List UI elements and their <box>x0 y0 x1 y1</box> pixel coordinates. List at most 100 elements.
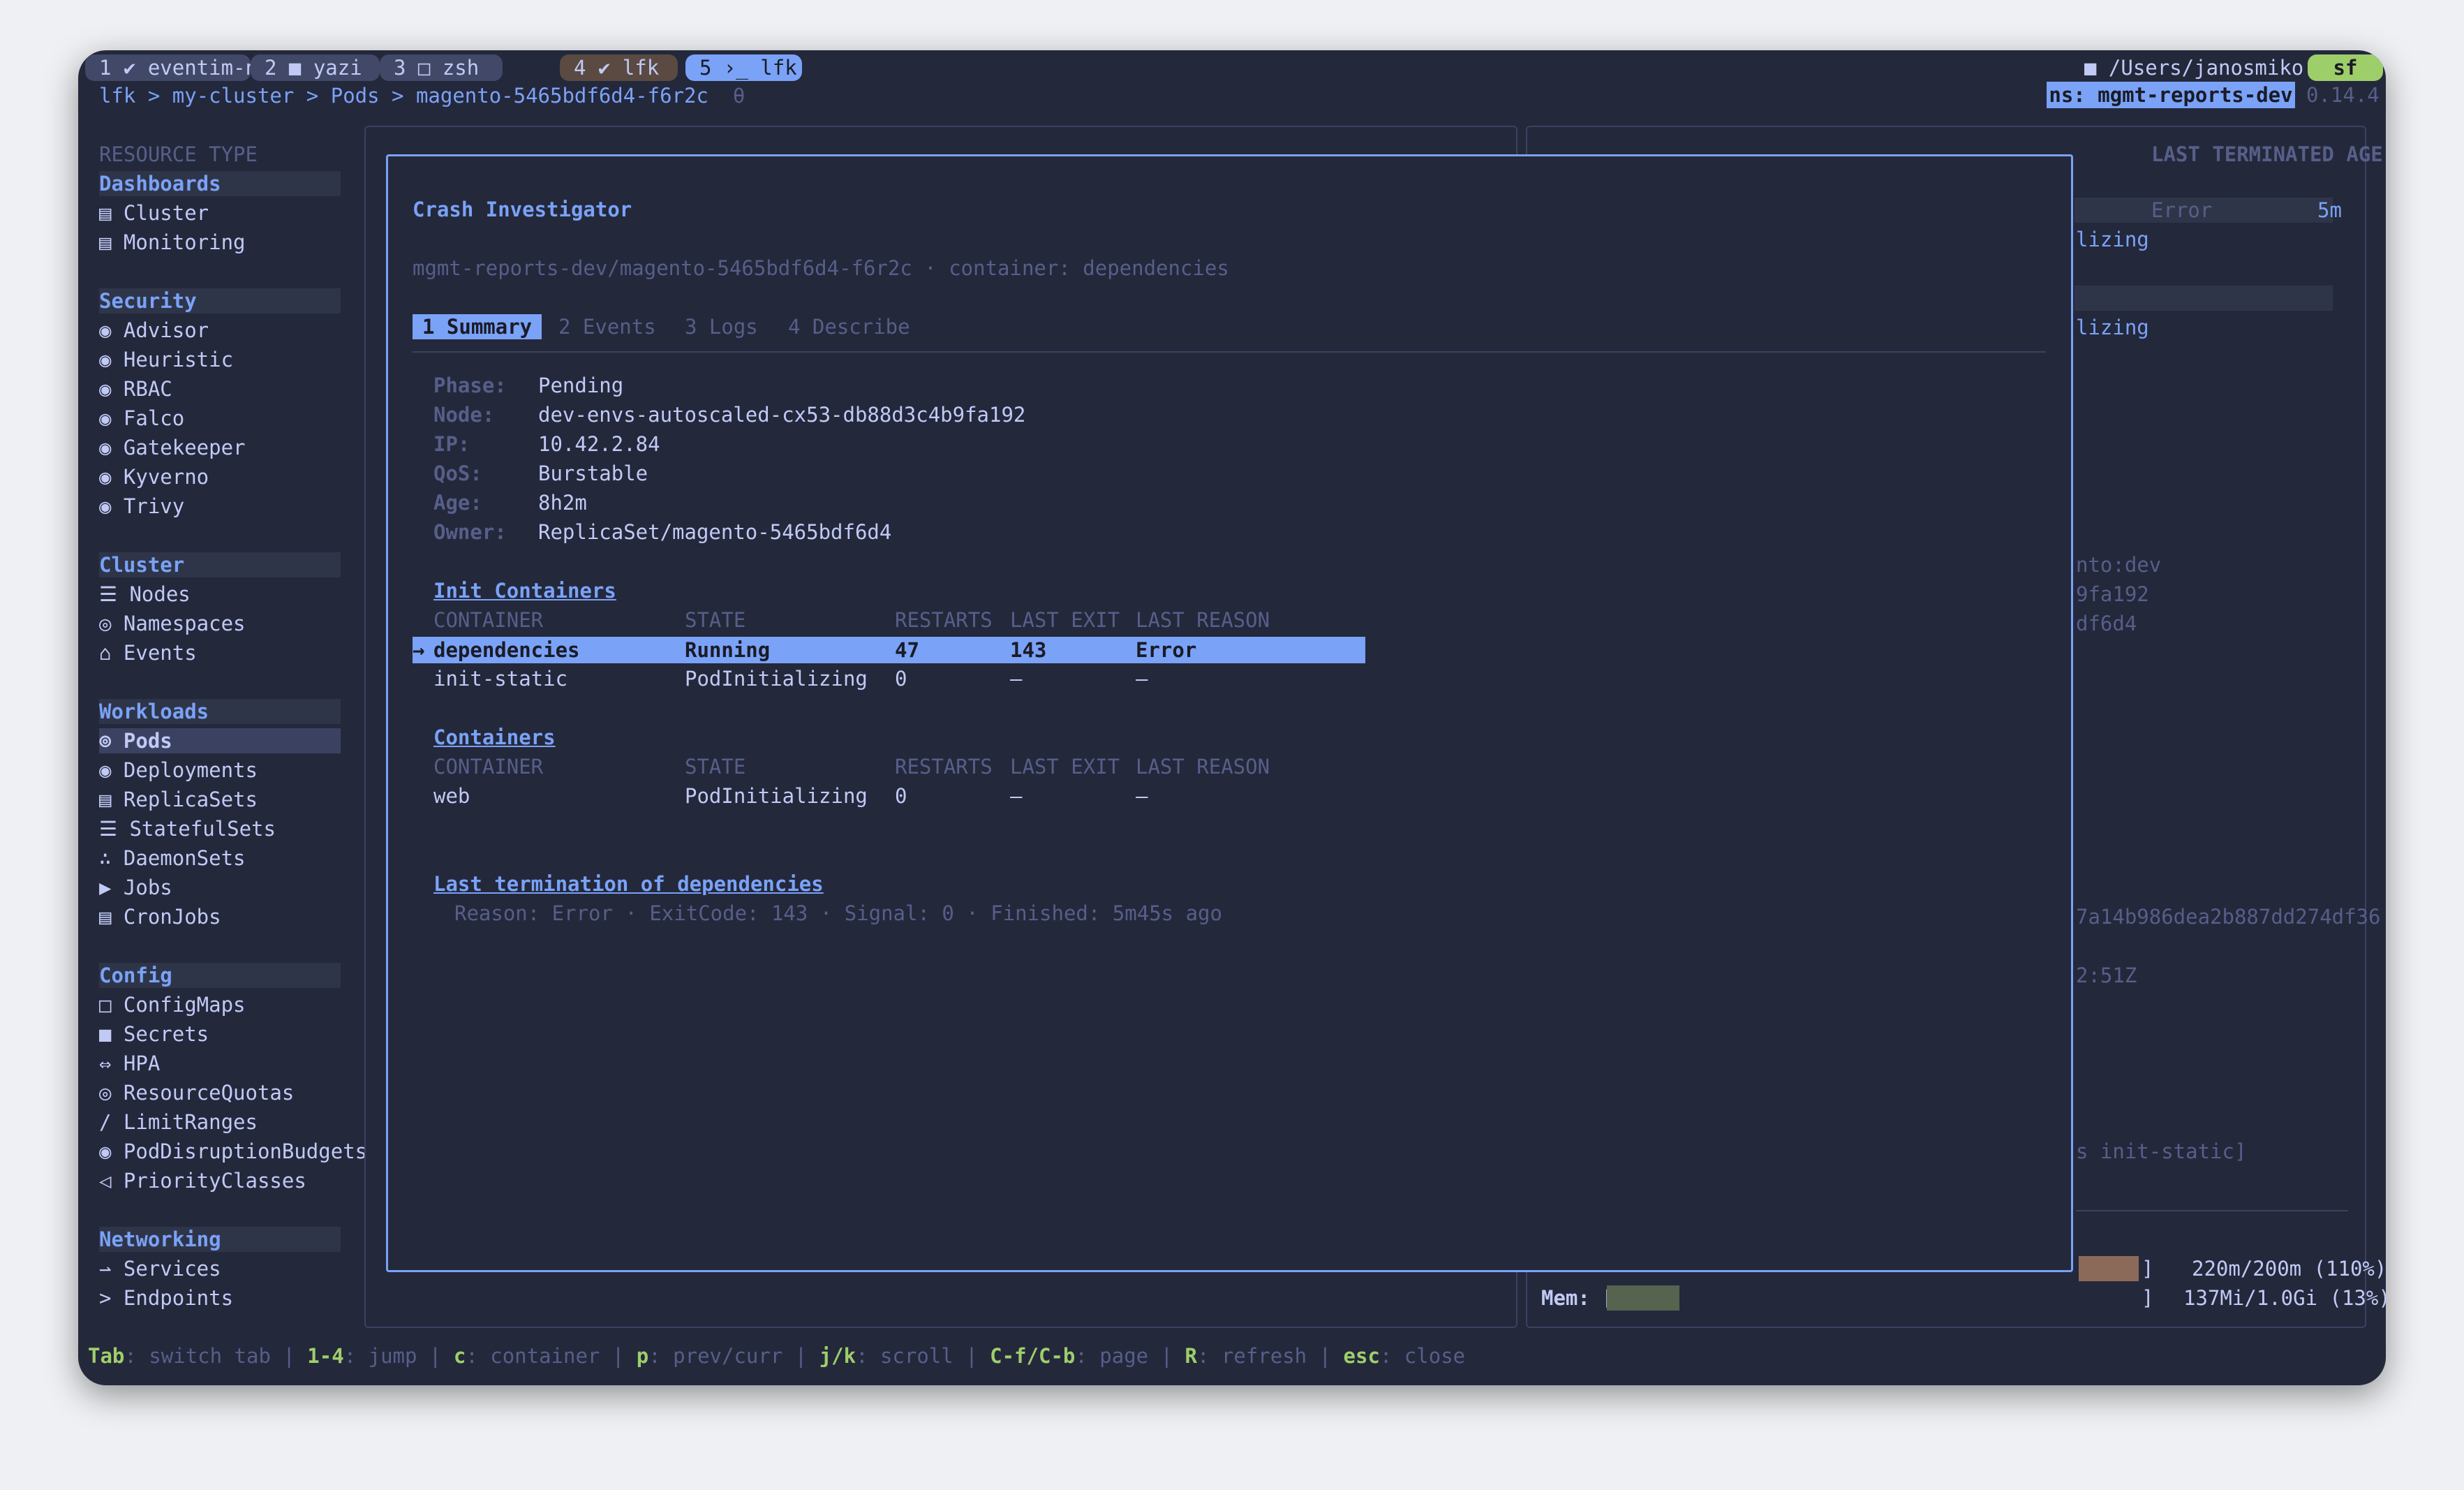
field-key-ip: IP: <box>433 432 470 456</box>
cell-last-exit: — <box>1010 784 1023 808</box>
sidebar-item-hpa[interactable]: ⇔ HPA <box>99 1051 160 1076</box>
tmux-tab-2[interactable]: 2 ■ yazi <box>251 54 380 81</box>
tmux-tab-1[interactable]: 1 ✔ eventim-note <box>85 54 294 81</box>
sidebar-item-kyverno[interactable]: ◉ Kyverno <box>99 464 209 489</box>
hint-desc: : scroll <box>856 1344 953 1368</box>
sidebar-item-replicasets[interactable]: ▤ ReplicaSets <box>99 787 258 812</box>
session-badge: sf <box>2308 54 2383 81</box>
field-value-qos: Burstable <box>538 462 648 485</box>
sidebar-item-limitranges[interactable]: ∕ LimitRanges <box>99 1109 258 1135</box>
hint-desc: : refresh <box>1197 1344 1307 1368</box>
details-line: lizing <box>2076 228 2149 251</box>
sidebar-item-events[interactable]: ⌂ Events <box>99 640 197 665</box>
sidebar-item-trivy[interactable]: ◉ Trivy <box>99 494 184 519</box>
sidebar-group-workloads[interactable]: Workloads <box>99 699 341 724</box>
sidebar-group-cluster[interactable]: Cluster <box>99 552 341 577</box>
tab-describe[interactable]: 4 Describe <box>788 314 910 339</box>
sidebar-item-cronjobs[interactable]: ▤ CronJobs <box>99 904 221 929</box>
sidebar-item-heuristic[interactable]: ◉ Heuristic <box>99 347 233 372</box>
sidebar-item-services[interactable]: ⇀ Services <box>99 1256 221 1281</box>
tmux-tab-5-active[interactable]: 5 ›_ lfk <box>685 54 802 81</box>
cell-container: web <box>433 784 470 808</box>
tab-events[interactable]: 2 Events <box>558 314 656 339</box>
hint-desc: : jump <box>343 1344 417 1368</box>
sidebar-item-nodes[interactable]: ☰ Nodes <box>99 582 191 607</box>
field-value-age: 8h2m <box>538 491 587 515</box>
column-header-container: CONTAINER <box>433 755 544 779</box>
column-header-restarts: RESTARTS <box>895 608 993 632</box>
terminal-window: 1 ✔ eventim-note 2 ■ yazi 3 □ zsh 4 ✔ lf… <box>78 50 2386 1385</box>
hint-key: esc <box>1343 1344 1380 1368</box>
hint-key: c <box>453 1344 466 1368</box>
breadcrumb-text: lfk > my-cluster > Pods > magento-5465bd… <box>99 84 708 108</box>
details-line: df6d4 <box>2076 612 2137 635</box>
modal-title: Crash Investigator <box>413 198 632 221</box>
column-header-state: STATE <box>685 608 746 632</box>
cell-restarts: 0 <box>895 667 907 691</box>
cell-last-reason: — <box>1136 784 1148 808</box>
cell-state: Running <box>685 638 771 662</box>
tmux-tab-4[interactable]: 4 ✔ lfk <box>560 54 678 81</box>
cell-state: PodInitializing <box>685 784 868 808</box>
sidebar-item-resourcequotas[interactable]: ◎ ResourceQuotas <box>99 1080 294 1105</box>
sidebar-item-poddisruptionbudgets[interactable]: ◉ PodDisruptionBudgets <box>99 1139 367 1164</box>
sidebar-item-deployments[interactable]: ◉ Deployments <box>99 758 258 783</box>
hint-key: 1-4 <box>307 1344 344 1368</box>
tab-summary[interactable]: 1 Summary <box>413 314 542 339</box>
sidebar-item-pods-selected[interactable]: ⊚ Pods <box>99 728 341 753</box>
sidebar-item-namespaces[interactable]: ◎ Namespaces <box>99 611 246 636</box>
cell-restarts: 47 <box>895 638 919 662</box>
hint-desc: : switch tab <box>124 1344 271 1368</box>
sidebar-group-dashboards[interactable]: Dashboards <box>99 171 341 196</box>
details-line: s init-static] <box>2076 1139 2247 1163</box>
sidebar-item-rbac[interactable]: ◉ RBAC <box>99 376 172 401</box>
sidebar-item-endpoints[interactable]: > Endpoints <box>99 1285 233 1311</box>
sidebar-item-secrets[interactable]: ■ Secrets <box>99 1021 209 1047</box>
sidebar-group-config[interactable]: Config <box>99 963 341 988</box>
mem-usage-value: 137Mi/1.0Gi (13%) <box>2183 1286 2386 1310</box>
mem-gauge-fill <box>1607 1285 1679 1311</box>
cell-last-reason: Error <box>1136 638 1197 662</box>
field-value-ip: 10.42.2.84 <box>538 432 660 456</box>
mem-gauge-bracket: ] <box>2142 1286 2154 1310</box>
cpu-gauge-fill <box>2079 1256 2139 1281</box>
sidebar-item-configmaps[interactable]: □ ConfigMaps <box>99 992 246 1017</box>
hint-key: j/k <box>819 1344 856 1368</box>
sidebar-item-falco[interactable]: ◉ Falco <box>99 406 184 431</box>
details-line: 7a14b986dea2b887dd274df36 <box>2076 905 2381 929</box>
column-header-last-exit: LAST EXIT <box>1010 608 1120 632</box>
sidebar-group-security[interactable]: Security <box>99 288 341 314</box>
tab-label: 3 □ zsh <box>394 56 480 80</box>
sidebar-item-gatekeeper[interactable]: ◉ Gatekeeper <box>99 435 246 460</box>
sidebar-item-cluster-dashboard[interactable]: ▤ Cluster <box>99 200 209 226</box>
sidebar-item-monitoring[interactable]: ▤ Monitoring <box>99 230 246 255</box>
row-selection-arrow: → <box>413 638 425 662</box>
sidebar-item-statefulsets[interactable]: ☰ StatefulSets <box>99 816 276 841</box>
details-line: 2:51Z <box>2076 964 2137 987</box>
tab-label: 4 ✔ lfk <box>574 56 660 80</box>
sidebar-item-advisor[interactable]: ◉ Advisor <box>99 318 209 343</box>
init-containers-title: Init Containers <box>433 579 616 603</box>
table-row-selected[interactable]: → dependencies Running 47 143 Error <box>413 637 1365 663</box>
sidebar-item-jobs[interactable]: ▶ Jobs <box>99 875 172 900</box>
sidebar-group-networking[interactable]: Networking <box>99 1227 341 1252</box>
tab-logs[interactable]: 3 Logs <box>685 314 758 339</box>
tmux-tab-3[interactable]: 3 □ zsh <box>380 54 503 81</box>
tab-label: 5 ›_ lfk <box>699 56 797 80</box>
details-divider <box>2076 1210 2348 1211</box>
hint-key: R <box>1185 1344 1197 1368</box>
sidebar-item-priorityclasses[interactable]: ◁ PriorityClasses <box>99 1168 306 1193</box>
last-termination-title: Last termination of dependencies <box>433 872 824 896</box>
sidebar-item-daemonsets[interactable]: ∴ DaemonSets <box>99 846 246 871</box>
hint-desc: : page <box>1075 1344 1149 1368</box>
namespace-badge[interactable]: ns: mgmt-reports-dev <box>2047 82 2295 108</box>
tab-label: 2 ■ yazi <box>265 56 362 80</box>
hint-key: Tab <box>88 1344 125 1368</box>
field-value-node: dev-envs-autoscaled-cx53-db88d3c4b9fa192 <box>538 403 1026 427</box>
details-column-header: LAST TERMINATED AGE <box>2151 142 2383 166</box>
app-version: 0.14.4 <box>2306 83 2380 107</box>
cell-restarts: 0 <box>895 784 907 808</box>
sidebar-header: RESOURCE TYPE <box>99 142 258 166</box>
breadcrumb: lfk > my-cluster > Pods > magento-5465bd… <box>99 83 745 108</box>
column-header-last-reason: LAST REASON <box>1136 755 1270 779</box>
